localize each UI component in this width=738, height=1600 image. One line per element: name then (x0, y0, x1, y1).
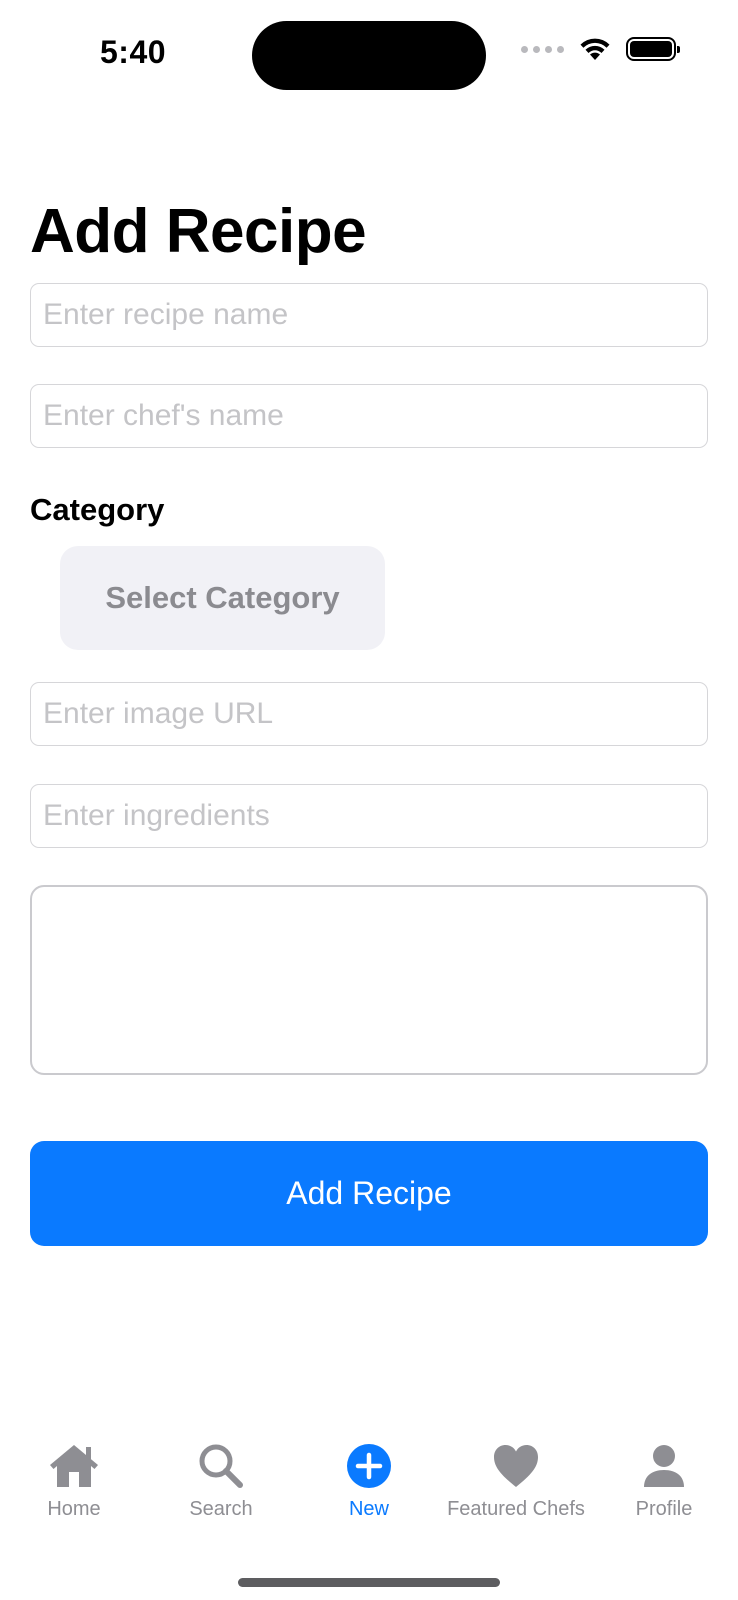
status-bar: 5:40 (0, 0, 738, 110)
tab-home[interactable]: Home (0, 1440, 154, 1521)
status-icons (521, 36, 680, 62)
tab-home-label: Home (47, 1498, 101, 1520)
home-indicator (238, 1578, 500, 1587)
heart-icon (488, 1440, 544, 1492)
image-url-input[interactable] (30, 682, 708, 746)
page-title: Add Recipe (30, 197, 367, 266)
wifi-icon (580, 38, 610, 60)
tab-featured-chefs[interactable]: Featured Chefs (436, 1440, 596, 1521)
select-category-button[interactable]: Select Category (60, 546, 385, 650)
chef-name-input[interactable] (30, 384, 708, 448)
house-icon (46, 1440, 102, 1492)
battery-icon (626, 37, 680, 61)
magnifying-glass-icon (193, 1440, 249, 1492)
status-time: 5:40 (100, 34, 167, 70)
tab-new[interactable]: New (289, 1440, 449, 1521)
tab-featured-chefs-label: Featured Chefs (447, 1498, 585, 1520)
cellular-signal-icon (521, 45, 564, 53)
add-recipe-button[interactable]: Add Recipe (30, 1141, 708, 1246)
tab-search-label: Search (189, 1498, 253, 1520)
tab-bar: Home Search New Featured Chefs Profile (0, 1440, 738, 1550)
plus-circle-icon (341, 1440, 397, 1492)
tab-profile-label: Profile (635, 1498, 693, 1520)
recipe-name-input[interactable] (30, 283, 708, 347)
tab-profile[interactable]: Profile (584, 1440, 738, 1521)
person-icon (636, 1440, 692, 1492)
tab-new-label: New (348, 1498, 389, 1520)
category-label: Category (30, 492, 165, 527)
instructions-textarea[interactable] (30, 885, 708, 1075)
ingredients-input[interactable] (30, 784, 708, 848)
dynamic-island (252, 21, 486, 90)
tab-search[interactable]: Search (141, 1440, 301, 1521)
